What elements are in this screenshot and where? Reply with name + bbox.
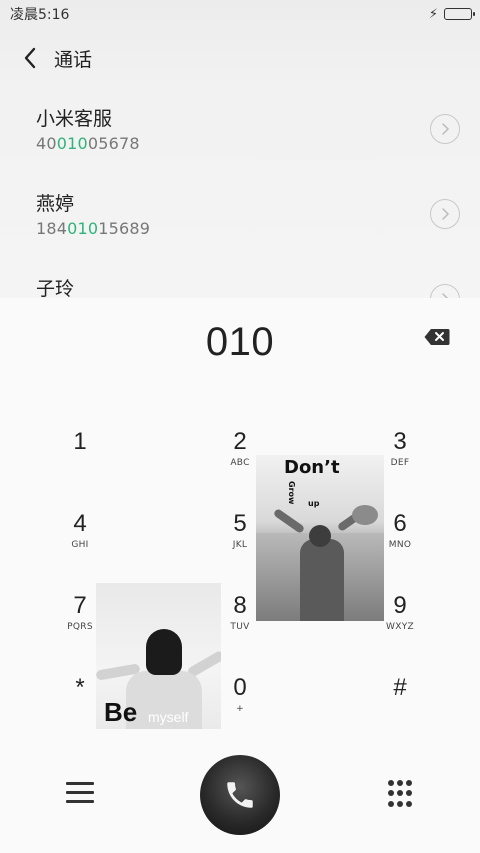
contact-name: 子玲	[36, 278, 75, 300]
dont-grow-up-photo: Don’t Grow up	[256, 455, 384, 621]
battery-icon	[444, 8, 475, 20]
backspace-icon	[424, 329, 450, 345]
dial-key-1[interactable]: 1	[40, 428, 120, 488]
status-icons: ⚡	[428, 6, 475, 22]
call-button[interactable]	[200, 755, 280, 835]
chevron-right-icon	[442, 208, 450, 220]
dial-input[interactable]: 010	[0, 320, 480, 365]
contact-detail-button[interactable]	[430, 199, 460, 229]
keypad-toggle-button[interactable]	[388, 780, 412, 808]
back-button[interactable]	[12, 40, 48, 76]
contact-name: 小米客服	[36, 108, 113, 130]
dial-key-star[interactable]: *	[40, 674, 120, 734]
chevron-right-icon	[442, 123, 450, 135]
contact-name: 燕婷	[36, 193, 75, 215]
dial-key-4[interactable]: 4 GHI	[40, 510, 120, 570]
page-title: 通话	[54, 48, 93, 71]
menu-button[interactable]	[66, 782, 94, 806]
chevron-left-icon	[24, 47, 36, 69]
contact-number: 18401015689	[36, 219, 151, 238]
list-item[interactable]: 小米客服 4001005678	[0, 104, 480, 188]
dial-key-0[interactable]: 0 +	[200, 674, 280, 734]
backspace-button[interactable]	[424, 328, 450, 346]
charging-icon: ⚡	[428, 6, 438, 22]
status-time: 凌晨5:16	[10, 7, 70, 23]
contact-number: 4001005678	[36, 134, 140, 153]
dial-key-hash[interactable]: #	[360, 674, 440, 734]
phone-icon	[227, 782, 253, 808]
contact-detail-button[interactable]	[430, 114, 460, 144]
page-header: 通话	[0, 36, 480, 80]
dialer-actions	[0, 754, 480, 853]
list-item[interactable]: 燕婷 18401015689	[0, 189, 480, 273]
dialer-panel: 010 1 2 ABC 3 DEF 4 GHI 5 JKL 6 MNO 7 PQ…	[0, 298, 480, 853]
menu-icon	[66, 782, 94, 785]
keypad-icon	[388, 780, 394, 786]
status-bar: 凌晨5:16 ⚡	[0, 0, 480, 28]
